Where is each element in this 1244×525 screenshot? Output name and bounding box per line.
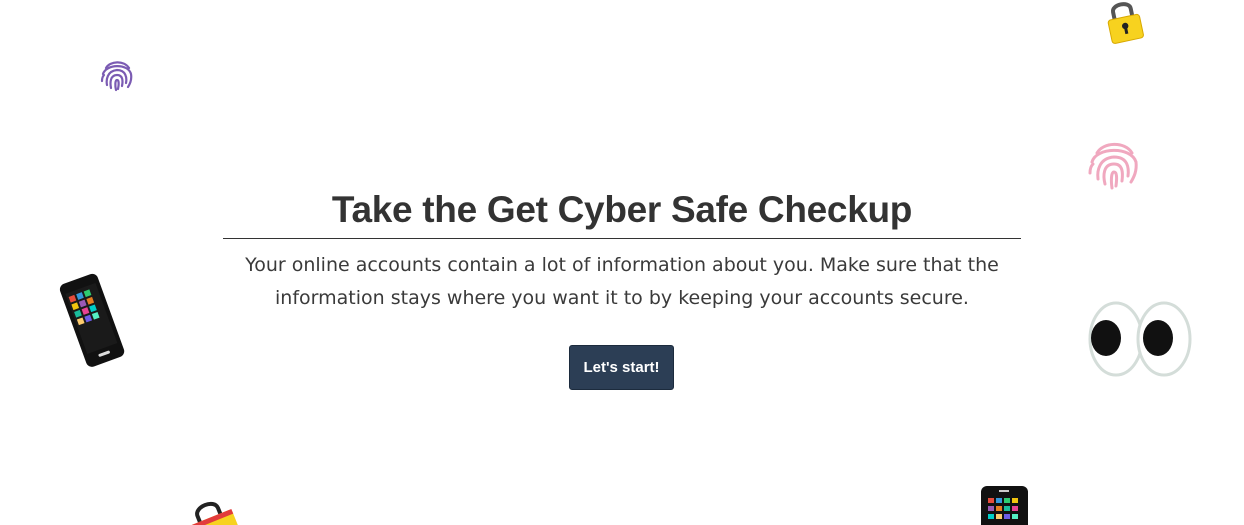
hero-description: Your online accounts contain a lot of in…	[245, 254, 999, 309]
title-divider	[223, 238, 1021, 239]
fingerprint-icon	[100, 61, 133, 92]
hero-section: Take the Get Cyber Safe Checkup Your onl…	[223, 186, 1021, 315]
padlock-icon	[188, 501, 241, 525]
fingerprint-icon	[1088, 142, 1138, 190]
padlock-icon	[1107, 2, 1144, 44]
mobile-phone-icon	[981, 486, 1028, 525]
page-title: Take the Get Cyber Safe Checkup	[331, 189, 913, 230]
mobile-phone-icon	[59, 273, 125, 367]
start-button[interactable]: Let's start!	[569, 345, 674, 390]
eyes-icon	[1088, 301, 1192, 377]
